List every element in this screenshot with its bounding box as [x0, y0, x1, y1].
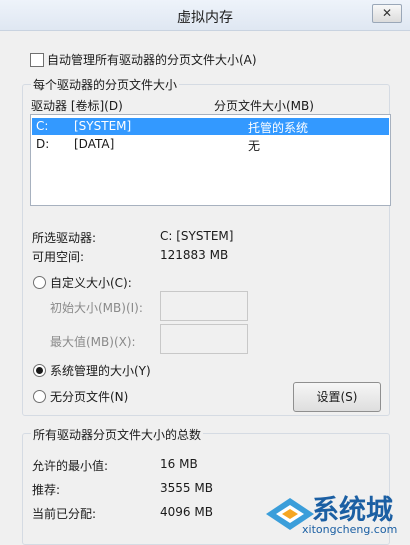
- watermark-brand: 系统城: [312, 495, 393, 526]
- column-header-size: 分页文件大小(MB): [214, 99, 314, 113]
- no-paging-radio[interactable]: [33, 390, 46, 403]
- column-header-drive: 驱动器 [卷标](D): [31, 99, 123, 113]
- total-group-label: 所有驱动器分页文件大小的总数: [31, 426, 204, 443]
- custom-size-label[interactable]: 自定义大小(C):: [50, 274, 132, 291]
- recommended-value: 3555 MB: [160, 481, 213, 495]
- drive-paging-group-label: 每个驱动器的分页文件大小: [31, 76, 180, 93]
- set-button[interactable]: 设置(S): [293, 382, 381, 412]
- current-allocated-label: 当前已分配:: [32, 507, 97, 521]
- free-space-label: 可用空间:: [32, 250, 85, 264]
- auto-manage-label[interactable]: 自动管理所有驱动器的分页文件大小(A): [47, 51, 257, 68]
- auto-manage-checkbox[interactable]: [30, 53, 44, 67]
- title-bar: 虚拟内存 ✕: [0, 0, 410, 31]
- drive-paging-size: 托管的系统: [248, 121, 309, 135]
- current-allocated-value: 4096 MB: [160, 505, 213, 519]
- selected-drive-label: 所选驱动器:: [32, 231, 97, 245]
- close-button[interactable]: ✕: [372, 4, 402, 23]
- drive-volume-label: [DATA]: [74, 137, 115, 151]
- no-paging-label[interactable]: 无分页文件(N): [50, 388, 128, 405]
- max-size-label: 最大值(MB)(X):: [50, 335, 136, 349]
- custom-size-radio[interactable]: [33, 276, 46, 289]
- free-space-value: 121883 MB: [160, 248, 229, 262]
- min-allowed-value: 16 MB: [160, 457, 198, 471]
- drive-list[interactable]: C: [SYSTEM] 托管的系统 D: [DATA] 无: [30, 114, 391, 206]
- initial-size-label: 初始大小(MB)(I):: [50, 301, 143, 315]
- initial-size-input[interactable]: [160, 291, 248, 321]
- drive-row-c[interactable]: C: [SYSTEM] 托管的系统: [32, 118, 389, 135]
- selected-drive-value: C: [SYSTEM]: [160, 229, 234, 243]
- min-allowed-label: 允许的最小值:: [32, 459, 109, 473]
- drive-paging-size: 无: [248, 139, 261, 153]
- max-size-input[interactable]: [160, 324, 248, 354]
- recommended-label: 推荐:: [32, 483, 61, 497]
- window-title: 虚拟内存: [177, 10, 233, 26]
- drive-volume-label: [SYSTEM]: [74, 119, 132, 133]
- drive-letter: C:: [36, 119, 49, 133]
- watermark-url: xitongcheng.com: [302, 523, 398, 536]
- system-managed-label[interactable]: 系统管理的大小(Y): [50, 362, 151, 379]
- drive-letter: D:: [36, 137, 50, 151]
- system-managed-radio[interactable]: [33, 364, 46, 377]
- drive-row-d[interactable]: D: [DATA] 无: [32, 136, 389, 153]
- close-icon: ✕: [381, 6, 393, 20]
